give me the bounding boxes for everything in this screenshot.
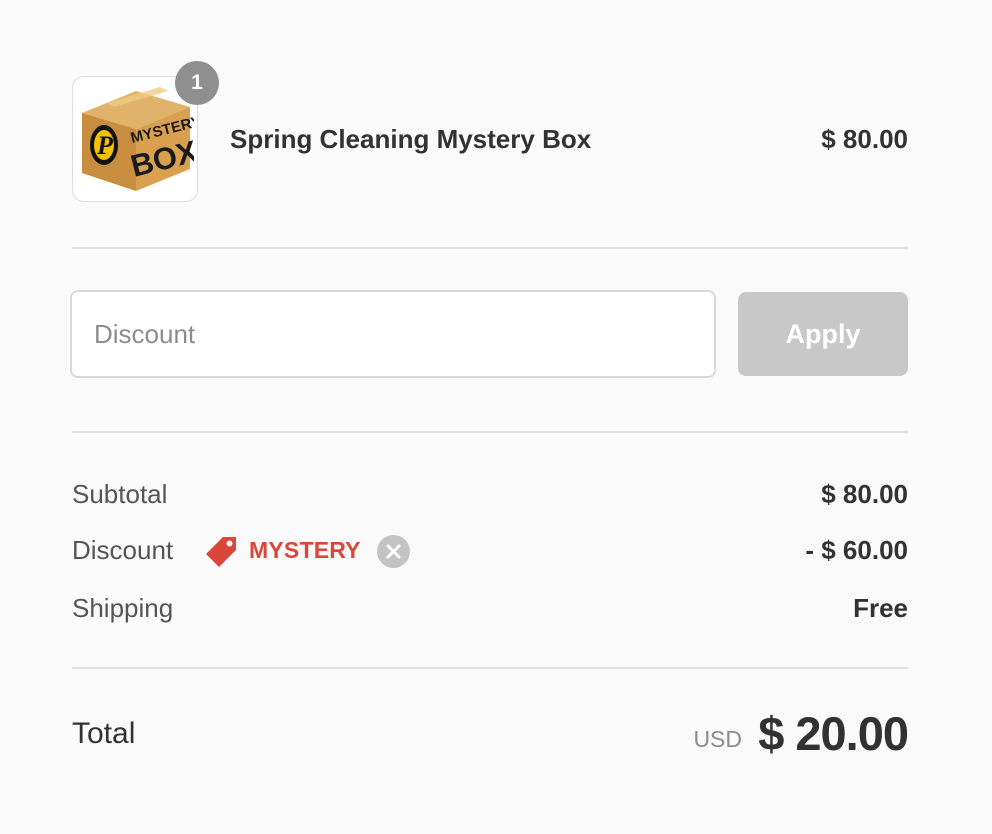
product-image: P MYSTERY BOX: [82, 87, 194, 191]
divider: [72, 431, 908, 433]
discount-code: MYSTERY: [249, 537, 361, 563]
subtotal-label: Subtotal: [72, 479, 168, 509]
product-name: Spring Cleaning Mystery Box: [230, 124, 592, 154]
total-label: Total: [72, 717, 136, 750]
apply-button[interactable]: Apply: [738, 292, 908, 376]
total-amount: $ 20.00: [758, 707, 909, 760]
shipping-label: Shipping: [72, 593, 174, 623]
discount-input[interactable]: [70, 290, 716, 378]
tag-icon: [204, 535, 238, 574]
line-item: P MYSTERY BOX 1 Spring Cleaning Mystery …: [72, 61, 908, 204]
divider: [72, 247, 908, 249]
divider: [72, 667, 908, 669]
product-thumbnail: P MYSTERY BOX 1: [72, 61, 219, 202]
total-currency: USD: [693, 726, 742, 752]
quantity-badge: 1: [175, 61, 219, 105]
remove-discount-button[interactable]: [377, 535, 410, 568]
product-price: $ 80.00: [821, 124, 908, 154]
shipping-value: Free: [853, 593, 908, 623]
subtotal-value: $ 80.00: [821, 479, 908, 509]
discount-value: - $ 60.00: [805, 535, 908, 565]
discount-label: Discount: [72, 535, 174, 565]
product-image-logo: P: [96, 131, 114, 160]
close-circle-icon: [386, 544, 401, 559]
